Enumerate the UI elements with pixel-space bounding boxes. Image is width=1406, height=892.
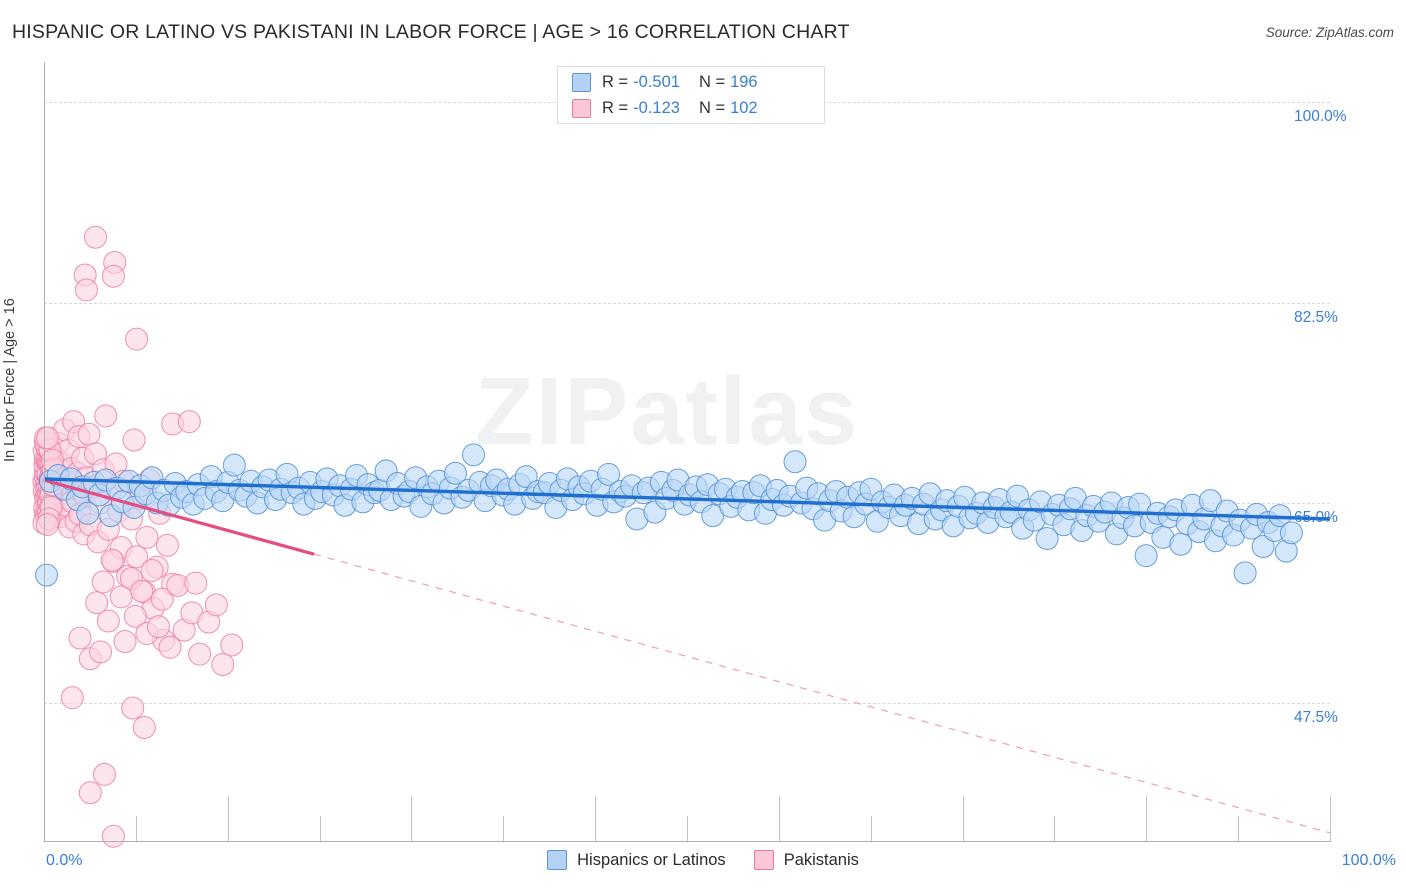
scatter-data-layer (32, 225, 1331, 848)
n-label-hispanic: N = (698, 72, 726, 91)
data-point (211, 652, 235, 676)
data-point (1233, 561, 1257, 585)
data-point (155, 533, 179, 557)
r-value-pakistani: -0.123 (633, 98, 680, 117)
series-pakistanis (36, 225, 244, 848)
legend-swatch-hispanic (572, 72, 591, 92)
data-point (188, 642, 212, 666)
x-axis-line (44, 841, 1330, 842)
data-point (140, 559, 164, 583)
series-legend: Hispanics or Latinos Pakistanis (0, 850, 1406, 870)
trendline-pakistani-extension (313, 553, 1331, 834)
data-point (222, 453, 246, 477)
data-point (60, 686, 84, 710)
data-point (135, 525, 159, 549)
data-point (35, 563, 59, 587)
page-title: HISPANIC OR LATINO VS PAKISTANI IN LABOR… (12, 21, 850, 43)
data-point (100, 548, 124, 572)
data-point (77, 422, 101, 446)
data-point (94, 404, 118, 428)
data-point (36, 426, 60, 450)
data-point (91, 570, 115, 594)
legend-color-hispanics (547, 850, 568, 870)
data-point (89, 640, 113, 664)
stats-row-hispanic: R = -0.501 N = 196 (572, 69, 814, 95)
data-point (101, 264, 125, 288)
r-label-pakistani: R = (602, 98, 629, 117)
data-point (113, 630, 137, 654)
r-label-hispanic: R = (602, 72, 629, 91)
data-point (125, 327, 149, 351)
source-attribution: Source: ZipAtlas.com (1265, 25, 1394, 40)
data-point (74, 278, 98, 302)
legend-item-hispanics[interactable]: Hispanics or Latinos (547, 850, 726, 870)
n-label-pakistani: N = (698, 98, 726, 117)
data-point (184, 571, 208, 595)
data-point (101, 824, 125, 848)
y-axis-tick-label: 65.0% (1294, 508, 1338, 526)
r-value-hispanic: -0.501 (633, 72, 680, 91)
data-point (121, 696, 145, 720)
y-axis-tick-label: 100.0% (1294, 108, 1347, 126)
data-point (35, 513, 59, 537)
data-point (132, 715, 156, 739)
n-value-hispanic: 196 (730, 72, 758, 91)
data-point (220, 633, 244, 657)
data-point (130, 579, 154, 603)
chart-page: HISPANIC OR LATINO VS PAKISTANI IN LABOR… (0, 0, 1406, 892)
legend-swatch-pakistani (572, 98, 591, 118)
data-point (783, 450, 807, 474)
y-axis-line (44, 62, 45, 842)
y-axis-tick-label: 47.5% (1294, 709, 1338, 727)
legend-item-pakistanis[interactable]: Pakistanis (753, 850, 859, 870)
data-point (122, 428, 146, 452)
y-axis-tick-label: 82.5% (1294, 308, 1338, 326)
data-point (78, 781, 102, 805)
data-point (204, 593, 228, 617)
legend-label-pakistanis: Pakistanis (783, 850, 859, 869)
n-value-pakistani: 102 (730, 98, 758, 117)
legend-label-hispanics: Hispanics or Latinos (577, 850, 726, 869)
plot-area: ZIPatlas (32, 62, 1331, 848)
data-point (96, 609, 120, 633)
data-point (462, 443, 486, 467)
stats-row-pakistani: R = -0.123 N = 102 (572, 95, 814, 121)
data-point (92, 762, 116, 786)
legend-color-pakistanis (753, 850, 774, 870)
data-point (83, 225, 107, 249)
data-point (177, 410, 201, 434)
correlation-stats-legend: R = -0.501 N = 196 R = -0.123 N = 102 (557, 66, 825, 124)
y-axis-title: In Labor Force | Age > 16 (2, 298, 18, 462)
data-point (1134, 544, 1158, 568)
data-point (68, 626, 92, 650)
x-axis-tick (1330, 796, 1331, 842)
data-point (146, 615, 170, 639)
series-hispanics-or-latinos (35, 443, 1303, 587)
